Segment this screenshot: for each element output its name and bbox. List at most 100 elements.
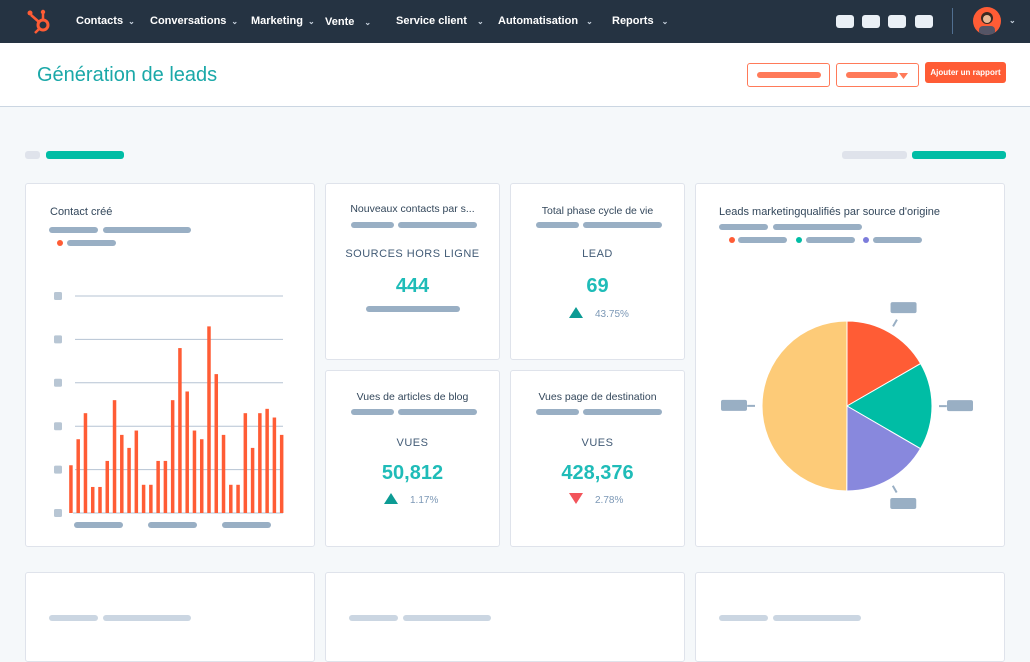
nav-label: Contacts [76, 15, 123, 27]
bar [273, 418, 277, 513]
bar [200, 439, 204, 513]
trend-up-icon [384, 493, 398, 504]
bar [135, 431, 139, 513]
y-tick-label [54, 335, 62, 343]
page-title: Génération de leads [37, 64, 217, 87]
y-tick-label [54, 292, 62, 300]
trend-up-icon [569, 307, 583, 318]
x-tick-label [74, 522, 123, 528]
bar [236, 485, 240, 513]
placeholder [349, 615, 398, 621]
metric-label: SOURCES HORS LIGNE [326, 248, 499, 260]
card-cycle-de-vie[interactable]: Total phase cycle de vie LEAD 69 43.75% [510, 183, 685, 360]
x-tick-label [222, 522, 271, 528]
card-vues-blog[interactable]: Vues de articles de blog VUES 50,812 1.1… [325, 370, 500, 547]
legend-label [806, 237, 855, 243]
legend-dot [729, 237, 735, 243]
trend-down-icon [569, 493, 583, 504]
nav-service-client[interactable]: Service client ⌄ [396, 15, 484, 27]
metric-value: 444 [326, 275, 499, 298]
nav-label: Automatisation [498, 15, 578, 27]
bar [113, 400, 117, 513]
avatar[interactable] [973, 7, 1001, 35]
bar [185, 391, 189, 513]
nav-icon-button[interactable] [836, 15, 854, 28]
bar [258, 413, 262, 513]
metric-value: 69 [511, 275, 684, 298]
placeholder [103, 227, 191, 233]
card-vues-destination[interactable]: Vues page de destination VUES 428,376 2.… [510, 370, 685, 547]
nav-label: Marketing [251, 15, 303, 27]
card-leads-source[interactable]: Leads marketingqualifiés par source d'or… [695, 183, 1005, 547]
metric-value: 428,376 [511, 462, 684, 485]
metric-value: 50,812 [326, 462, 499, 485]
legend-label [873, 237, 922, 243]
active-tab[interactable] [46, 151, 124, 159]
bar [98, 487, 102, 513]
placeholder[interactable] [842, 151, 907, 159]
filter-button[interactable] [747, 63, 830, 87]
dropdown-button[interactable] [836, 63, 919, 87]
bar [193, 431, 197, 513]
card-nouveaux-contacts[interactable]: Nouveaux contacts par s... SOURCES HORS … [325, 183, 500, 360]
nav-marketing[interactable]: Marketing ⌄ [251, 15, 315, 27]
bar [251, 448, 255, 513]
bar [149, 485, 153, 513]
add-report-button[interactable]: Ajouter un rapport [925, 62, 1006, 83]
hubspot-logo-icon[interactable] [26, 7, 54, 35]
nav-reports[interactable]: Reports⌄ [612, 15, 668, 27]
nav-label: Reports [612, 15, 654, 27]
caret-down-icon [899, 73, 908, 79]
chevron-down-icon: ⌄ [308, 17, 315, 26]
nav-icon-button[interactable] [915, 15, 933, 28]
placeholder [351, 222, 394, 228]
pie-slice [762, 321, 847, 491]
bar [171, 400, 175, 513]
card-contact-cree[interactable]: Contact créé [25, 183, 315, 547]
placeholder [49, 227, 98, 233]
card-placeholder[interactable] [695, 572, 1005, 662]
chevron-down-icon: ⌄ [477, 17, 484, 26]
placeholder [398, 409, 477, 415]
metric-change: 1.17% [410, 495, 438, 506]
bar [280, 435, 284, 513]
metric-label: VUES [326, 437, 499, 449]
metric-label: VUES [511, 437, 684, 449]
placeholder [25, 151, 40, 159]
legend-dot [796, 237, 802, 243]
placeholder [719, 224, 768, 230]
leader-line [893, 486, 897, 493]
card-placeholder[interactable] [325, 572, 685, 662]
bar-chart [26, 274, 316, 534]
bar [244, 413, 248, 513]
bar [127, 448, 130, 513]
placeholder [366, 306, 460, 312]
nav-label: Vente [325, 16, 354, 28]
nav-icon-button[interactable] [888, 15, 906, 28]
bar [207, 326, 211, 513]
data-label [890, 498, 916, 509]
nav-automatisation[interactable]: Automatisation⌄ [498, 15, 593, 27]
nav-icon-button[interactable] [862, 15, 880, 28]
bar [178, 348, 182, 513]
card-title: Total phase cycle de vie [511, 205, 684, 217]
bar [222, 435, 226, 513]
nav-conversations[interactable]: Conversations⌄ [150, 15, 238, 27]
bar [164, 461, 168, 513]
nav-label: Service client [396, 15, 467, 27]
card-placeholder[interactable] [25, 572, 315, 662]
card-title: Leads marketingqualifiés par source d'or… [719, 206, 940, 218]
bar [265, 409, 269, 513]
metric-label: LEAD [511, 248, 684, 260]
bar [69, 465, 73, 513]
data-label [891, 302, 917, 313]
legend-dot [57, 240, 63, 246]
y-tick-label [54, 466, 62, 474]
legend-dot [863, 237, 869, 243]
card-title: Vues page de destination [511, 391, 684, 403]
chevron-down-icon[interactable]: ⌄ [1009, 14, 1016, 26]
nav-vente[interactable]: Vente⌄ [325, 16, 371, 28]
chevron-down-icon: ⌄ [128, 17, 135, 26]
nav-contacts[interactable]: Contacts ⌄ [76, 15, 135, 27]
active-filter[interactable] [912, 151, 1006, 159]
